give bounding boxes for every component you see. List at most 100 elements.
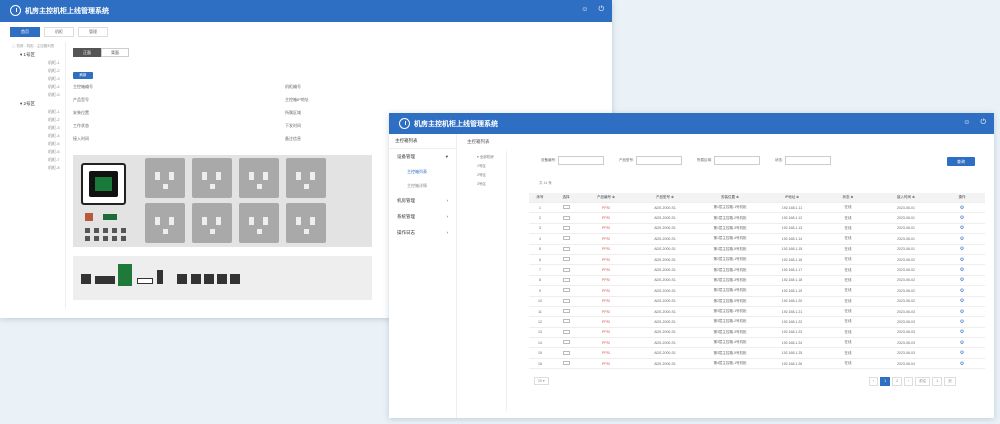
refresh-button[interactable]: 刷新 [73, 72, 93, 79]
checkbox-icon[interactable] [562, 340, 570, 345]
menu-item-log[interactable]: 操作日志 › [389, 225, 456, 241]
checkbox-icon[interactable] [562, 215, 570, 220]
settings-icon[interactable]: ⚙ [960, 298, 964, 304]
table-row[interactable]: 3 PPSI ADS-2000-S1 第1层主控箱-3号机柜 192.168.1.13 在… [529, 224, 985, 235]
prev-page-button[interactable]: ‹ [869, 377, 879, 386]
row-checkbox[interactable] [551, 215, 581, 221]
table-row[interactable]: 8 PPSI ADS-2000-S1 第2层主控箱-3号机柜 192.168.1.18 在… [529, 276, 985, 287]
checkbox-icon[interactable] [562, 236, 570, 241]
row-action[interactable]: ⚙ [939, 257, 985, 263]
checkbox-icon[interactable] [562, 361, 570, 366]
row-checkbox[interactable] [551, 350, 581, 356]
tree-group[interactable]: ▾ 2号区 [20, 101, 63, 107]
row-checkbox[interactable] [551, 257, 581, 262]
row-action[interactable]: ⚙ [939, 215, 985, 221]
table-row[interactable]: 1 PPSI ADS-2000-S1 第1层主控箱-1号机柜 192.168.1.11 在… [529, 203, 985, 214]
row-checkbox[interactable] [551, 267, 581, 273]
user-icon[interactable]: ☺ [581, 6, 588, 14]
next-page-button[interactable]: › [904, 377, 914, 386]
row-action[interactable]: ⚙ [939, 246, 985, 252]
tree-node[interactable]: 1号区 [477, 164, 506, 169]
table-row[interactable]: 16 PPSI ADS-2000-S1 第4层主控箱-1号机柜 192.168.1.26… [529, 359, 985, 370]
settings-icon[interactable]: ⚙ [960, 361, 964, 367]
page-button[interactable]: 2 [892, 377, 903, 386]
tab-home[interactable]: 首页 [10, 27, 40, 37]
settings-icon[interactable]: ⚙ [960, 246, 964, 252]
col-header[interactable]: IP地址 ≑ [761, 195, 823, 200]
outlet[interactable] [145, 158, 185, 198]
settings-icon[interactable]: ⚙ [960, 340, 964, 346]
row-checkbox[interactable] [551, 246, 581, 252]
settings-icon[interactable]: ⚙ [960, 225, 964, 231]
tree-item[interactable]: 机柜-4 [48, 133, 63, 139]
row-action[interactable]: ⚙ [939, 267, 985, 273]
filter-input[interactable] [713, 156, 760, 165]
menu-item-device[interactable]: 设备管理 ▾ [389, 149, 456, 165]
row-checkbox[interactable] [551, 361, 581, 366]
row-action[interactable]: ⚙ [939, 236, 985, 242]
settings-icon[interactable]: ⚙ [960, 329, 964, 335]
col-header[interactable]: 选择 [551, 195, 581, 200]
table-row[interactable]: 13 PPSI ADS-2000-S1 第3层主控箱-3号机柜 192.168.1.23… [529, 328, 985, 339]
settings-icon[interactable]: ⚙ [960, 205, 964, 211]
table-row[interactable]: 4 PPSI ADS-2000-S1 第1层主控箱-4号机柜 192.168.1.14 在… [529, 234, 985, 245]
settings-icon[interactable]: ⚙ [960, 215, 964, 221]
submenu-item[interactable]: 主控箱详情 [389, 179, 456, 193]
menu-item-system[interactable]: 系统管理 › [389, 209, 456, 225]
row-action[interactable]: ⚙ [939, 309, 985, 315]
tree-item[interactable]: 机柜-4 [48, 84, 63, 90]
filter-input[interactable] [784, 156, 831, 165]
row-checkbox[interactable] [551, 340, 581, 345]
checkbox-icon[interactable] [562, 267, 570, 272]
row-action[interactable]: ⚙ [939, 288, 985, 294]
col-header[interactable]: 状态 ≑ [823, 195, 873, 200]
tree-item[interactable]: 机柜-3 [48, 76, 63, 82]
tree-node[interactable]: 2号区 [477, 173, 506, 178]
col-header[interactable]: 产品型号 ≑ [631, 195, 699, 200]
row-action[interactable]: ⚙ [939, 329, 985, 335]
table-row[interactable]: 2 PPSI ADS-2000-S1 第1层主控箱-2号机柜 192.168.1.12 在… [529, 213, 985, 224]
power-icon[interactable]: ⏻ [598, 6, 604, 14]
table-row[interactable]: 6 PPSI ADS-2000-S1 第2层主控箱-1号机柜 192.168.1.16 在… [529, 255, 985, 266]
power-icon[interactable]: ⏻ [980, 119, 986, 127]
tree-item[interactable]: 机柜-1 [48, 109, 63, 115]
settings-icon[interactable]: ⚙ [960, 267, 964, 273]
table-row[interactable]: 7 PPSI ADS-2000-S1 第2层主控箱-2号机柜 192.168.1.17 在… [529, 265, 985, 276]
tree-group[interactable]: ▾ 1号区 [20, 52, 63, 58]
checkbox-icon[interactable] [562, 309, 570, 314]
col-header[interactable]: 序号 [529, 195, 551, 200]
page-button[interactable]: 1 [880, 377, 891, 386]
settings-icon[interactable]: ⚙ [960, 288, 964, 294]
row-checkbox[interactable] [551, 288, 581, 293]
table-row[interactable]: 10 PPSI ADS-2000-S1 第2层主控箱-5号机柜 192.168.1.20… [529, 297, 985, 307]
checkbox-icon[interactable] [562, 329, 570, 334]
col-header[interactable]: 接入时间 ≑ [873, 195, 939, 200]
checkbox-icon[interactable] [562, 319, 570, 324]
tree-item[interactable]: 机柜-8 [48, 165, 63, 171]
row-checkbox[interactable] [551, 277, 581, 283]
row-action[interactable]: ⚙ [939, 277, 985, 283]
checkbox-icon[interactable] [562, 288, 570, 293]
tab-cabinet[interactable]: 机柜 [44, 27, 74, 37]
settings-icon[interactable]: ⚙ [960, 257, 964, 263]
tree-node[interactable]: ▾ 全部机房 [477, 155, 506, 160]
checkbox-icon[interactable] [562, 225, 570, 230]
tree-item[interactable]: 机柜-5 [48, 92, 63, 98]
outlet[interactable] [286, 203, 326, 243]
outlet[interactable] [239, 203, 279, 243]
row-checkbox[interactable] [551, 225, 581, 231]
tab-manage[interactable]: 管理 [78, 27, 108, 37]
row-action[interactable]: ⚙ [939, 298, 985, 304]
checkbox-icon[interactable] [562, 257, 570, 262]
row-checkbox[interactable] [551, 309, 581, 314]
settings-icon[interactable]: ⚙ [960, 309, 964, 315]
table-row[interactable]: 12 PPSI ADS-2000-S1 第3层主控箱-2号机柜 192.168.1.22… [529, 317, 985, 328]
checkbox-icon[interactable] [562, 298, 570, 303]
row-action[interactable]: ⚙ [939, 340, 985, 346]
query-button[interactable]: 查询 [947, 157, 975, 166]
tree-item[interactable]: 机柜-1 [48, 60, 63, 66]
row-checkbox[interactable] [551, 319, 581, 324]
outlet[interactable] [239, 158, 279, 198]
tree-item[interactable]: 机柜-7 [48, 157, 63, 163]
row-action[interactable]: ⚙ [939, 205, 985, 211]
